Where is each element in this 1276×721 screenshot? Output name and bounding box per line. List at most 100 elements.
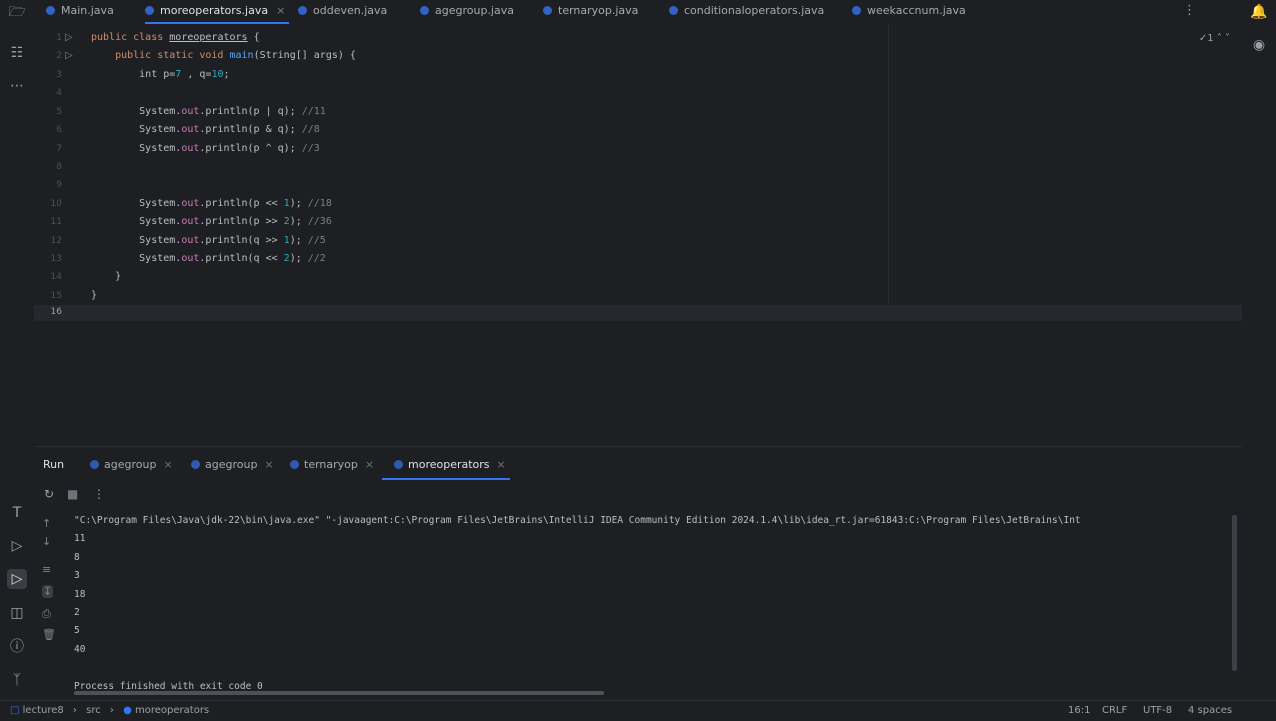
run-main-icon[interactable]: ▷ — [65, 50, 73, 61]
line-number: 7 — [56, 144, 62, 154]
clear-all-trash-icon[interactable]: 🗑 — [42, 628, 56, 641]
run-class-icon[interactable]: ▷ — [65, 32, 73, 43]
more-tools-icon[interactable]: ⋯ — [7, 76, 27, 96]
breadcrumb-file[interactable]: moreoperators — [135, 705, 209, 716]
git-icon[interactable]: ᛉ — [7, 670, 27, 690]
run-tool-icon[interactable]: ▷ — [7, 569, 27, 589]
code-line: System.out.println(p ^ q); //3 — [91, 143, 320, 154]
output-line: 11 — [74, 533, 86, 544]
tab-conditionaloperators-java[interactable]: conditionaloperators.java — [669, 0, 824, 24]
file-encoding[interactable]: UTF-8 — [1143, 705, 1172, 716]
line-number: 14 — [50, 272, 62, 282]
soft-wrap-icon[interactable]: ≡ — [42, 563, 51, 576]
notifications-bell-icon[interactable]: 🔔 — [1249, 2, 1269, 22]
run-tab-agegroup[interactable]: agegroup × — [90, 458, 173, 471]
editor-tab-bar: Main.java moreoperators.java × oddeven.ja… — [34, 0, 1242, 25]
indent-setting[interactable]: 4 spaces — [1188, 705, 1232, 716]
run-tab-bar: Run agegroup × agegroup × ternaryop × moreo… — [34, 447, 1242, 483]
line-number: 16 — [50, 307, 62, 317]
run-tab-ternaryop[interactable]: ternaryop × — [290, 458, 374, 471]
code-line: } — [91, 290, 98, 301]
warning-icon: ✓ — [1198, 33, 1208, 44]
horizontal-scrollbar[interactable] — [74, 691, 604, 695]
run-tab-moreoperators[interactable]: moreoperators × — [394, 458, 506, 471]
close-tab-icon[interactable]: × — [276, 4, 285, 17]
run-tool-window: Run agegroup × agegroup × ternaryop × moreo… — [34, 446, 1242, 701]
inspection-widget[interactable]: ✓1 ˄ ˅ — [1199, 33, 1230, 44]
tab-main-java[interactable]: Main.java — [46, 0, 114, 24]
caret-position[interactable]: 16:1 — [1068, 705, 1090, 716]
services-icon[interactable]: ▷ — [7, 536, 27, 556]
output-line: 8 — [74, 552, 80, 563]
line-number: 11 — [50, 217, 62, 227]
output-line: 3 — [74, 570, 80, 581]
code-editor[interactable]: ✓1 ˄ ˅ 1 2 3 4 5 6 7 8 9 10 11 12 13 14 … — [34, 24, 1242, 444]
scroll-to-end-icon[interactable]: ↧ — [42, 585, 54, 598]
rerun-icon[interactable]: ↻ — [44, 487, 54, 501]
code-line: } — [91, 271, 122, 282]
line-number: 6 — [56, 125, 62, 135]
class-icon: ● — [123, 705, 132, 716]
run-config-icon — [90, 460, 99, 469]
line-number: 5 — [56, 107, 62, 117]
code-line: public static void main(String[] args) { — [91, 50, 356, 61]
java-file-icon — [46, 6, 55, 15]
stop-icon[interactable]: ■ — [67, 487, 78, 501]
tab-overflow-menu-icon[interactable]: ⋮ — [1183, 3, 1196, 18]
line-number: 1 — [56, 33, 62, 43]
run-tab-agegroup-2[interactable]: agegroup × — [191, 458, 274, 471]
status-bar: □ lecture8 › src › ● moreoperators 16:1 … — [0, 700, 1276, 721]
breadcrumb: □ lecture8 › src › ● moreoperators — [10, 705, 210, 716]
run-config-icon — [191, 460, 200, 469]
run-config-icon — [394, 460, 403, 469]
code-line: System.out.println(p | q); //11 — [91, 106, 326, 117]
project-folder-icon[interactable]: 🗁 — [7, 2, 27, 22]
java-file-icon — [543, 6, 552, 15]
print-icon[interactable]: ⎙ — [42, 607, 51, 621]
tab-ternaryop-java[interactable]: ternaryop.java — [543, 0, 638, 24]
close-tab-icon[interactable]: × — [163, 458, 172, 471]
breadcrumb-project[interactable]: lecture8 — [23, 705, 64, 716]
terminal-icon[interactable]: ◫ — [7, 603, 27, 623]
run-config-icon — [290, 460, 299, 469]
problems-icon[interactable]: ⓘ — [7, 637, 27, 657]
module-icon: □ — [10, 705, 20, 716]
java-file-icon — [145, 6, 154, 15]
output-line: 5 — [74, 625, 80, 636]
left-tool-strip: 🗁 ☷ ⋯ T ▷ ▷ ◫ ⓘ ᛉ — [0, 0, 34, 720]
java-file-icon — [669, 6, 678, 15]
line-number-gutter: 1 2 3 4 5 6 7 8 9 10 11 12 13 14 15 16 ▷… — [34, 24, 86, 444]
output-line: 40 — [74, 644, 86, 655]
line-number: 10 — [50, 199, 62, 209]
output-line: 18 — [74, 589, 86, 600]
right-margin-guide — [888, 24, 889, 304]
tab-oddeven-java[interactable]: oddeven.java — [298, 0, 387, 24]
run-panel-title: Run — [43, 458, 65, 471]
code-line: public class moreoperators { — [91, 32, 260, 43]
more-options-icon[interactable]: ⋮ — [93, 487, 105, 501]
console-output[interactable]: "C:\Program Files\Java\jdk-22\bin\java.e… — [74, 513, 1234, 693]
java-file-icon — [852, 6, 861, 15]
line-ending[interactable]: CRLF — [1102, 705, 1127, 716]
line-number: 4 — [56, 88, 62, 98]
scroll-down-icon[interactable]: ↓ — [42, 535, 51, 548]
structure-icon[interactable]: ☷ — [7, 43, 27, 63]
java-command-line: "C:\Program Files\Java\jdk-22\bin\java.e… — [74, 515, 1081, 526]
tab-weekaccnum-java[interactable]: weekaccnum.java — [852, 0, 966, 24]
build-hammer-icon[interactable]: T — [7, 503, 27, 523]
breadcrumb-folder[interactable]: src — [86, 705, 101, 716]
line-number: 12 — [50, 236, 62, 246]
tab-agegroup-java[interactable]: agegroup.java — [420, 0, 514, 24]
close-tab-icon[interactable]: × — [365, 458, 374, 471]
ai-assistant-icon[interactable]: ◉ — [1249, 35, 1269, 55]
scroll-up-icon[interactable]: ↑ — [42, 517, 51, 530]
line-number: 13 — [50, 254, 62, 264]
close-tab-icon[interactable]: × — [497, 458, 506, 471]
line-number: 9 — [56, 180, 62, 190]
close-tab-icon[interactable]: × — [264, 458, 273, 471]
output-line: 2 — [74, 607, 80, 618]
java-file-icon — [298, 6, 307, 15]
vertical-scrollbar[interactable] — [1232, 515, 1237, 671]
current-line-highlight — [34, 305, 1242, 321]
tab-moreoperators-java[interactable]: moreoperators.java × — [145, 0, 290, 24]
